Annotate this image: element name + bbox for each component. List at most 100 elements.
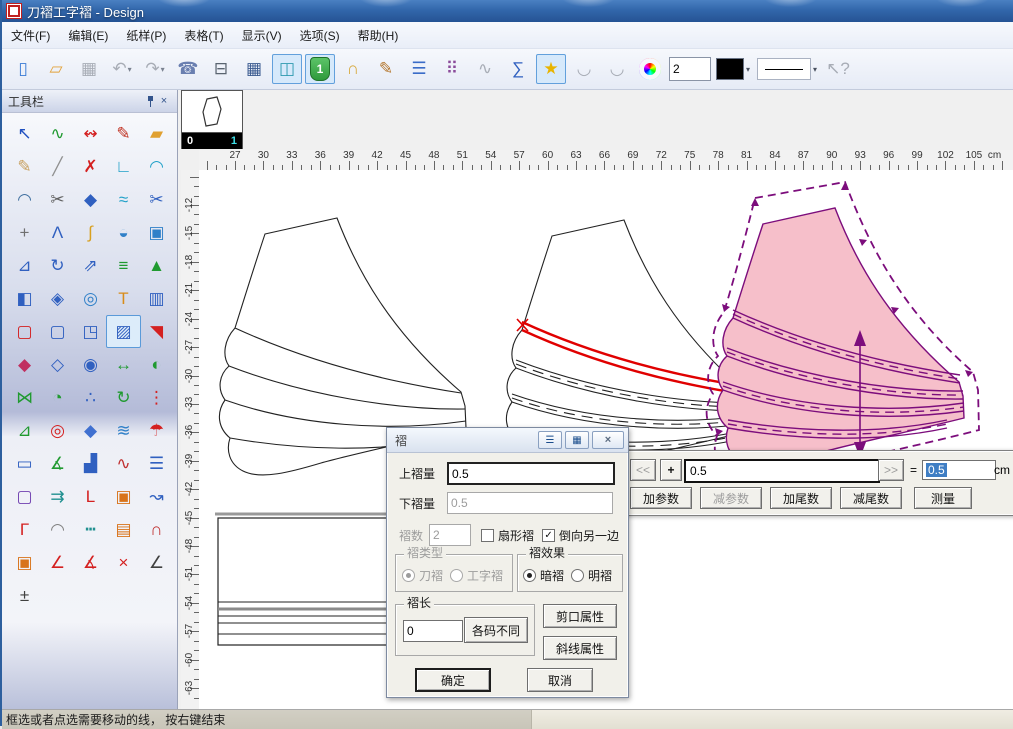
lock-tool-icon[interactable]: ∩ <box>338 54 368 84</box>
open-file-icon[interactable]: ▱ <box>41 54 71 84</box>
compass-icon[interactable]: Λ <box>40 216 75 249</box>
pieces-shift-icon[interactable]: ◆ <box>73 414 108 447</box>
calc-measure-button[interactable]: 测量 <box>914 487 972 509</box>
dark-pleat-radio[interactable] <box>523 569 536 582</box>
piece-terrain-icon[interactable]: ◐ <box>139 348 174 381</box>
pocket-stitch-icon[interactable]: ▢ <box>40 315 75 348</box>
close-icon[interactable]: × <box>592 431 624 449</box>
menu-item-pattern[interactable]: 纸样(P) <box>117 23 175 48</box>
notch-properties-button[interactable]: 剪口属性 <box>543 604 617 628</box>
grade-fill-icon[interactable]: ▲ <box>139 249 174 282</box>
join-pieces-icon[interactable]: ⋈ <box>7 381 42 414</box>
piece-preview[interactable]: 0 1 <box>181 90 243 149</box>
corner-measure-icon[interactable]: ∡ <box>73 546 108 579</box>
piece-view-icon[interactable]: 1 <box>305 54 335 84</box>
slash-properties-button[interactable]: 斜线属性 <box>543 636 617 660</box>
notch-tool-icon[interactable]: ✗ <box>73 150 108 183</box>
plus-minus-line-icon[interactable]: ± <box>7 579 42 612</box>
pattern-window-icon[interactable]: ◫ <box>272 54 302 84</box>
pleat-fan-icon[interactable]: ◈ <box>40 282 75 315</box>
nested-rect-icon[interactable]: ▣ <box>7 546 42 579</box>
dialog-title-bar[interactable]: 褶 ☰ ▦ × <box>387 428 628 453</box>
angle-lines-icon[interactable]: ∠ <box>139 546 174 579</box>
umbrella-icon[interactable]: ☂ <box>139 414 174 447</box>
pleat-icon[interactable]: ▨ <box>106 315 141 348</box>
arc-icon[interactable]: ◠ <box>139 150 174 183</box>
line-color-swatch[interactable] <box>716 58 744 80</box>
letter-mark-icon[interactable]: L <box>73 480 108 513</box>
stretch-icon[interactable]: ↔ <box>106 348 141 381</box>
layout-copy-icon[interactable]: ▣ <box>139 216 174 249</box>
intersect-point-icon[interactable]: + <box>7 216 42 249</box>
swatch-dropdown-icon[interactable]: ▾ <box>744 65 752 74</box>
menu-item-view[interactable]: 显示(V) <box>233 23 291 48</box>
swing-arrow-icon[interactable]: ↝ <box>139 480 174 513</box>
color-wheel-icon[interactable] <box>635 54 665 84</box>
measure-star-icon[interactable]: ★ <box>536 54 566 84</box>
plotter-icon[interactable]: ⊟ <box>206 54 236 84</box>
new-document-icon[interactable]: ▯ <box>8 54 38 84</box>
corner-arc-icon[interactable]: ∟ <box>106 150 141 183</box>
per-size-button[interactable]: 各码不同 <box>464 617 528 643</box>
pocket-dashed-icon[interactable]: ▢ <box>7 315 42 348</box>
pleat-lines-icon[interactable]: ▥ <box>139 282 174 315</box>
result-field[interactable]: 0.5 <box>922 460 996 480</box>
menu-item-options[interactable]: 选项(S) <box>291 23 349 48</box>
mirror-icon[interactable]: ⊿ <box>7 249 42 282</box>
line-slash-icon[interactable]: × <box>106 546 141 579</box>
scissors-icon[interactable]: ✂ <box>40 183 75 216</box>
add-points-icon[interactable]: ∴ <box>73 381 108 414</box>
fan-pleat-checkbox[interactable] <box>481 529 494 542</box>
button-tool-icon[interactable]: ◉ <box>73 348 108 381</box>
pencil-icon[interactable]: ✎ <box>106 117 141 150</box>
double-arc-icon[interactable]: ≈ <box>106 183 141 216</box>
compare-pieces-icon[interactable]: ⊿ <box>7 414 42 447</box>
measure-sum-icon[interactable]: ∑ <box>503 54 533 84</box>
calculator-icon[interactable]: ▦ <box>565 431 589 449</box>
spiral-icon[interactable]: ◎ <box>73 282 108 315</box>
sewing-machine-icon[interactable]: ▟ <box>73 447 108 480</box>
corner-point-icon[interactable]: ∠ <box>40 546 75 579</box>
eraser-icon[interactable]: ▰ <box>139 117 174 150</box>
prev-value-button[interactable]: << <box>630 459 656 481</box>
arc-adjust-icon[interactable]: ◠ <box>7 183 42 216</box>
menu-item-file[interactable]: 文件(F) <box>2 23 59 48</box>
piece-curve-icon[interactable]: ◳ <box>73 315 108 348</box>
outline-curve-icon[interactable]: ◠ <box>40 513 75 546</box>
fit-check-icon[interactable]: ◔ <box>40 381 75 414</box>
bright-pleat-radio[interactable] <box>571 569 584 582</box>
text-icon[interactable]: T <box>106 282 141 315</box>
close-panel-icon[interactable]: × <box>157 94 171 108</box>
pattern-piece-right[interactable] <box>707 182 979 480</box>
menu-item-edit[interactable]: 编辑(E) <box>59 23 117 48</box>
segment-cut-icon[interactable]: ✂ <box>139 183 174 216</box>
size-table-icon[interactable]: ▦ <box>239 54 269 84</box>
merge-layers-icon[interactable]: ☰ <box>404 54 434 84</box>
piece-dots-icon[interactable]: ◎ <box>40 414 75 447</box>
menu-item-help[interactable]: 帮助(H) <box>349 23 408 48</box>
brush-icon[interactable]: ✎ <box>371 54 401 84</box>
line-width-input[interactable] <box>669 57 711 81</box>
stitch-pen-icon[interactable]: ✎ <box>7 150 42 183</box>
plus-operator-button[interactable]: + <box>660 459 682 481</box>
frame-rect-icon[interactable]: ▭ <box>7 447 42 480</box>
dart-marks-icon[interactable]: ⋮ <box>139 381 174 414</box>
calc-sub-decimal-button[interactable]: 减尾数 <box>840 487 902 509</box>
select-frame-icon[interactable]: ▢ <box>7 480 42 513</box>
pin-icon[interactable] <box>143 94 157 108</box>
cancel-button[interactable]: 取消 <box>527 668 593 692</box>
rotate-piece-icon[interactable]: ↻ <box>106 381 141 414</box>
expression-input[interactable] <box>684 459 880 483</box>
reverse-side-checkbox[interactable]: ✓ <box>542 529 555 542</box>
next-value-button[interactable]: >> <box>878 459 904 481</box>
patch-piece-icon[interactable]: ◆ <box>73 183 108 216</box>
linestyle-dropdown-icon[interactable]: ▾ <box>811 65 819 74</box>
menu-item-table[interactable]: 表格(T) <box>175 23 232 48</box>
point-chain-icon[interactable]: ┅ <box>73 513 108 546</box>
measure-points-icon[interactable]: ∡ <box>40 447 75 480</box>
list-view-icon[interactable]: ☰ <box>538 431 562 449</box>
stack-layers-icon[interactable]: ☰ <box>139 447 174 480</box>
upper-pleat-input[interactable] <box>447 462 615 485</box>
color-points-icon[interactable]: ⠿ <box>437 54 467 84</box>
title-bar[interactable]: 刀褶工字褶 - Design <box>2 0 1013 22</box>
